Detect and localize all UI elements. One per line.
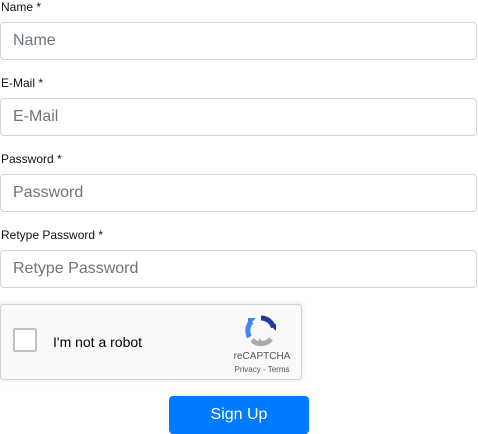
recaptcha-links: Privacy - Terms [225, 365, 299, 375]
email-label: E-Mail * [1, 76, 44, 90]
recaptcha-logo-icon [245, 315, 276, 347]
name-label: Name * [1, 0, 42, 14]
recaptcha-privacy-link[interactable]: Privacy [235, 365, 261, 374]
recaptcha-links-separator: - [260, 365, 268, 374]
email-input[interactable] [0, 98, 477, 136]
recaptcha-brand: reCAPTCHA [233, 351, 291, 362]
signup-form: Name * E-Mail * Password * Retype Passwo… [0, 0, 478, 434]
password-input[interactable] [0, 174, 477, 212]
recaptcha-checkbox[interactable] [13, 328, 37, 352]
recaptcha-checkbox-label: I'm not a robot [53, 334, 143, 350]
recaptcha-terms-link[interactable]: Terms [268, 365, 290, 374]
name-input[interactable] [0, 22, 477, 60]
recaptcha-widget: I'm not a robot reCAPTCHA Privacy - Term… [0, 304, 302, 380]
retype-password-input[interactable] [0, 250, 477, 288]
retype-password-label: Retype Password * [1, 228, 104, 242]
sign-up-button[interactable]: Sign Up [169, 396, 309, 434]
password-label: Password * [1, 152, 62, 166]
